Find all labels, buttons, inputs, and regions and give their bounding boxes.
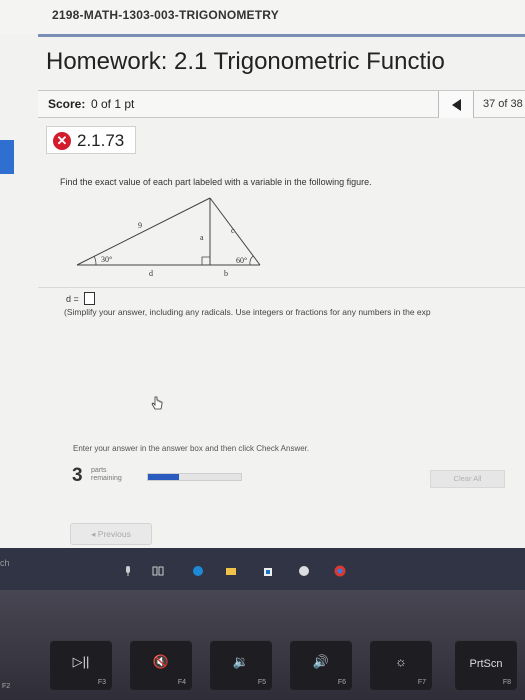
label-60: 60°: [236, 256, 247, 265]
question-counter[interactable]: 37 of 38 (38 cc: [483, 98, 525, 110]
section-divider: [38, 287, 525, 288]
question-instructions: Find the exact value of each part labele…: [60, 177, 372, 187]
volume-down-icon: 🔉: [232, 654, 250, 669]
volume-up-icon: 🔊: [312, 654, 330, 669]
previous-button[interactable]: ◂ Previous: [70, 523, 152, 545]
key-fn-label: F7: [417, 679, 426, 686]
left-arrow-icon: [452, 99, 461, 111]
score-row: Score: 0 of 1 pt 37 of 38 (38 cc: [38, 90, 525, 118]
taskbar-search-text[interactable]: ch: [0, 558, 10, 568]
homework-title: Homework: 2.1 Trigonometric Functio: [46, 48, 445, 75]
edge-browser-icon[interactable]: [192, 565, 204, 577]
answer-hint: (Simplify your answer, including any rad…: [64, 307, 431, 317]
file-explorer-icon[interactable]: [225, 565, 237, 577]
enter-answer-instruction: Enter your answer in the answer box and …: [73, 444, 310, 453]
clear-all-button[interactable]: Clear All: [430, 470, 505, 488]
label-30: 30°: [101, 255, 112, 264]
key-fn-label: F6: [337, 679, 346, 686]
parts-progress-bar: [147, 473, 242, 481]
angle-30-arc: [93, 255, 97, 266]
label-a: a: [200, 233, 204, 242]
label-c: c: [231, 226, 235, 235]
score-value: 0 of 1 pt: [91, 97, 135, 111]
key-brightness[interactable]: ☼ F7: [370, 640, 432, 690]
previous-question-button[interactable]: [438, 91, 474, 118]
key-fn-label: F4: [177, 679, 186, 686]
store-icon[interactable]: [262, 565, 274, 577]
key-mute[interactable]: 🔇 F4: [130, 640, 192, 690]
label-d: d: [149, 269, 153, 278]
key-prtscn[interactable]: PrtScn F8: [455, 640, 517, 690]
hypotenuse-line: [76, 197, 211, 266]
key-fn-label: F5: [257, 679, 266, 686]
key-fn-label: F3: [97, 679, 106, 686]
parts-text-line2: remaining: [91, 475, 122, 482]
parts-remaining-count: 3: [72, 465, 83, 486]
task-view-icon[interactable]: [152, 565, 164, 577]
parts-text-line1: parts: [91, 467, 107, 474]
header-rule: [38, 34, 525, 37]
browser-screen: 2198-MATH-1303-003-TRIGONOMETRY Homework…: [0, 0, 525, 548]
key-volume-down[interactable]: 🔉 F5: [210, 640, 272, 690]
course-title: 2198-MATH-1303-003-TRIGONOMETRY: [52, 8, 279, 22]
side-c-line: [209, 197, 261, 266]
key-volume-up[interactable]: 🔊 F6: [290, 640, 352, 690]
progress-fill: [148, 474, 179, 480]
x-icon: ✕: [53, 132, 71, 150]
prtscn-label: PrtScn: [469, 658, 503, 670]
course-bar: 2198-MATH-1303-003-TRIGONOMETRY: [0, 0, 525, 34]
mute-icon: 🔇: [152, 654, 170, 669]
score-label: Score:: [48, 97, 86, 111]
brightness-icon: ☼: [395, 654, 407, 669]
parts-remaining-text: parts remaining: [91, 467, 122, 483]
hand-cursor-icon: [151, 396, 163, 410]
triangle-figure: 9 a c 30° 60° d b: [76, 197, 261, 278]
label-9: 9: [138, 221, 142, 230]
key-play-pause[interactable]: ▷|| F3: [50, 640, 112, 690]
photos-icon[interactable]: [298, 565, 310, 577]
right-angle-mark: [201, 256, 210, 265]
question-number: 2.1.73: [77, 131, 125, 150]
question-number-box: ✕ 2.1.73: [46, 126, 136, 154]
chrome-icon[interactable]: [334, 565, 346, 577]
answer-label: d =: [66, 294, 79, 304]
key-f2-label: F2: [2, 683, 11, 690]
label-b: b: [224, 269, 228, 278]
microphone-icon[interactable]: [122, 565, 134, 577]
side-panel-tab[interactable]: [0, 140, 14, 174]
play-pause-icon: ▷||: [72, 654, 90, 669]
angle-60-arc: [249, 255, 254, 266]
key-fn-label: F8: [502, 679, 511, 686]
answer-input[interactable]: [84, 292, 95, 305]
